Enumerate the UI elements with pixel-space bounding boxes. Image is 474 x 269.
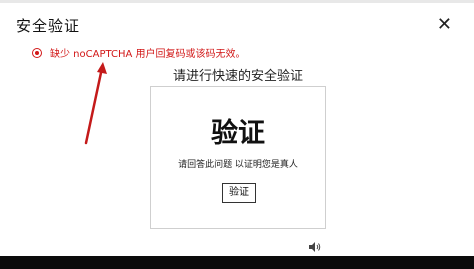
error-circle-icon: [32, 47, 42, 58]
captcha-heading: 验证: [211, 118, 265, 149]
dialog-title: 安全验证: [16, 17, 81, 35]
security-verification-dialog: 安全验证 ✕ 缺少 noCAPTCHA 用户回复码或该码无效。 请进行快速的安全…: [0, 0, 474, 256]
verification-subtitle: 请进行快速的安全验证: [173, 69, 304, 84]
speaker-icon[interactable]: [309, 237, 321, 256]
error-message-row: 缺少 noCAPTCHA 用户回复码或该码无效。: [32, 45, 246, 60]
error-message-text: 缺少 noCAPTCHA 用户回复码或该码无效。: [50, 49, 246, 60]
close-icon[interactable]: ✕: [437, 15, 452, 35]
captcha-frame: 验证 请回答此问题 以证明您是真人 验证: [150, 86, 326, 229]
captcha-description: 请回答此问题 以证明您是真人: [178, 160, 298, 170]
verify-button[interactable]: 验证: [222, 183, 256, 203]
